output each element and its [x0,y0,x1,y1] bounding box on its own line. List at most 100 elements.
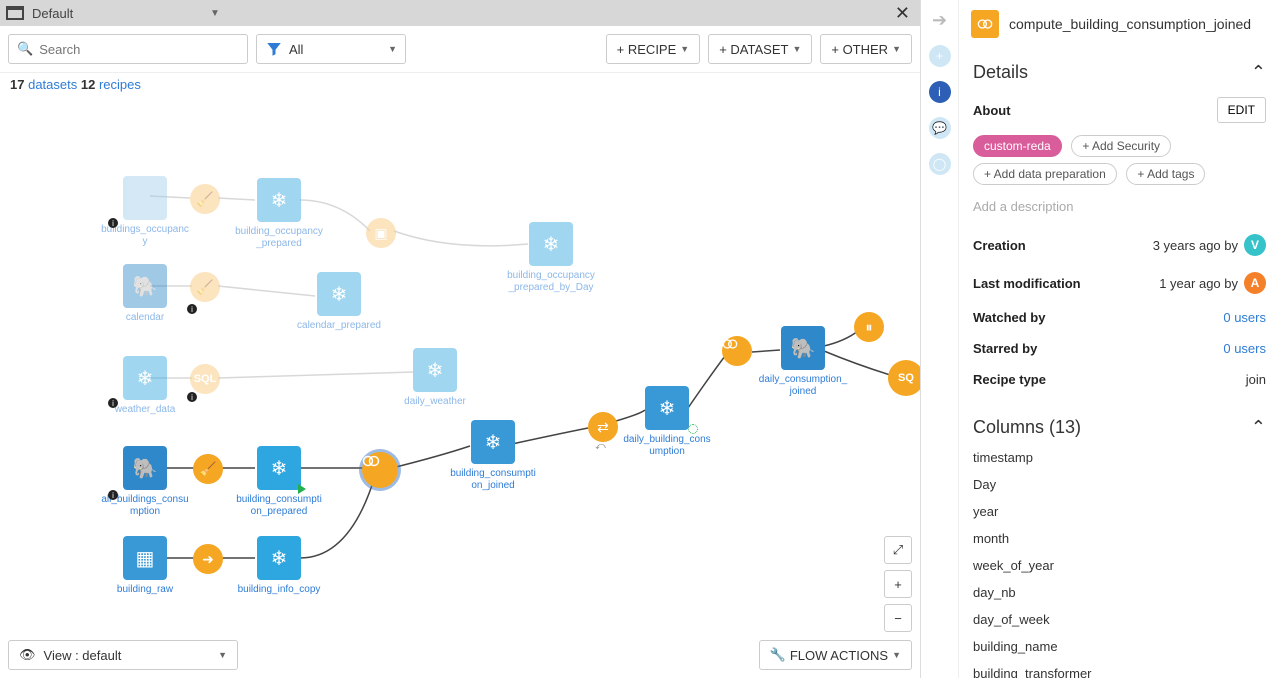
info-icon[interactable]: i [108,490,118,500]
starred-label: Starred by [973,341,1037,356]
column-item[interactable]: week_of_year [973,552,1266,579]
panel-header: compute_building_consumption_joined [959,0,1280,48]
funnel-icon [265,40,283,58]
lastmod-label: Last modification [973,276,1081,291]
chevron-down-icon: ▼ [388,44,397,54]
recipe-sync[interactable]: ➜ [193,544,223,574]
filter-dropdown[interactable]: All ▼ [256,34,406,64]
dataset-building-consumption-joined[interactable]: ❄building_consumption_joined [448,420,538,491]
fit-button[interactable]: ⤢ [884,536,912,564]
creator-avatar[interactable]: V [1244,234,1266,256]
counts-line: 17 datasets 12 recipes [0,73,920,96]
recipe-sql[interactable]: SQL [190,364,220,394]
recipe-group[interactable]: ▣ [366,218,396,248]
add-tags-button[interactable]: + Add tags [1126,163,1205,185]
details-panel: compute_building_consumption_joined Deta… [959,0,1280,678]
add-dataset-button[interactable]: + DATASET▼ [708,34,812,64]
dataset-daily-consumption-joined[interactable]: 🐘daily_consumption_joined [758,326,848,397]
zoom-out-button[interactable]: − [884,604,912,632]
toolbar: 🔍 All ▼ + RECIPE▼ + DATASET▼ + OTHER▼ [0,26,920,73]
column-item[interactable]: day_of_week [973,606,1266,633]
dataset-building-occupancy-prepared[interactable]: ❄building_occupancy_prepared [234,178,324,249]
columns-list: timestampDayyearmonthweek_of_yearday_nbd… [973,444,1266,678]
bottom-bar: 👁 View : default ▼ 🔧 FLOW ACTIONS ▼ [0,632,920,678]
flow-canvas[interactable]: buildings_occupancy i 🧹 ❄building_occupa… [0,96,920,678]
add-data-prep-button[interactable]: + Add data preparation [973,163,1117,185]
recipe-prepare[interactable]: 🧹 [190,184,220,214]
tab-title[interactable]: Default [32,6,202,21]
play-icon[interactable] [298,484,306,494]
watched-label: Watched by [973,310,1045,325]
column-item[interactable]: building_transformer [973,660,1266,678]
filter-value: All [289,42,303,57]
folder-icon [100,176,118,194]
search-input-wrapper[interactable]: 🔍 [8,34,248,64]
collapse-icon[interactable]: ➔ [932,10,947,31]
info-icon[interactable]: i [187,392,197,402]
info-icon[interactable]: i [108,218,118,228]
type-value: join [1246,372,1266,387]
rail-info-icon[interactable]: i [929,81,951,103]
wrench-icon: 🔧 [770,647,786,663]
info-icon[interactable]: i [187,304,197,314]
view-selector[interactable]: 👁 View : default ▼ [8,640,238,670]
rail-add-icon[interactable]: + [929,45,951,67]
recipe-prepare-2[interactable]: 🧹 [190,272,220,302]
watched-value[interactable]: 0 users [1223,310,1266,325]
recipe-join-2[interactable] [722,336,752,366]
dataset-building-raw[interactable]: ▦building_raw [100,536,190,596]
add-recipe-button[interactable]: + RECIPE▼ [606,34,701,64]
tag-custom[interactable]: custom-reda [973,135,1062,157]
join-icon [977,16,993,32]
zoom-in-button[interactable]: + [884,570,912,598]
side-rail: ➔ + i 💬 ◯ [921,0,959,678]
description-placeholder[interactable]: Add a description [973,193,1266,226]
view-label: View : default [44,648,122,663]
dataset-daily-building-consumption[interactable]: ❄daily_building_consumption [622,386,712,457]
recipe-pivot[interactable]: ⇄ [588,412,618,442]
edit-button[interactable]: EDIT [1217,97,1266,123]
dataset-all-buildings-consumption[interactable]: 🐘all_buildings_consumption [100,446,190,517]
add-other-button[interactable]: + OTHER▼ [820,34,912,64]
creation-value: 3 years ago by [1153,238,1238,253]
dataset-calendar[interactable]: 🐘calendar [100,264,190,324]
dataset-daily-weather[interactable]: ❄daily_weather [390,348,480,408]
starred-value[interactable]: 0 users [1223,341,1266,356]
modifier-avatar[interactable]: A [1244,272,1266,294]
dataset-building-occupancy-by-day[interactable]: ❄building_occupancy_prepared_by_Day [506,222,596,293]
dataset-building-consumption-prepared[interactable]: ❄building_consumption_prepared [234,446,324,517]
rail-comment-icon[interactable]: 💬 [929,117,951,139]
cursor-icon: ⤺ [595,441,606,452]
type-label: Recipe type [973,372,1046,387]
details-section-header[interactable]: Details ⌃ [973,56,1266,89]
join-icon [722,336,738,352]
flow-actions-button[interactable]: 🔧 FLOW ACTIONS ▼ [759,640,912,670]
rail-schema-icon[interactable]: ◯ [929,153,951,175]
column-item[interactable]: building_name [973,633,1266,660]
recipe-join-selected[interactable] [362,452,398,488]
recipe-sql-out[interactable]: SQ [888,360,920,396]
column-item[interactable]: month [973,525,1266,552]
dataset-calendar-prepared[interactable]: ❄calendar_prepared [294,272,384,332]
add-security-button[interactable]: + Add Security [1071,135,1171,157]
tab-bar: Default ▼ ✕ [0,0,920,26]
info-icon[interactable]: i [108,398,118,408]
status-dot-icon [688,424,698,434]
flow-tab-icon [6,6,24,20]
column-item[interactable]: year [973,498,1266,525]
search-icon: 🔍 [17,41,33,57]
zoom-controls: ⤢ + − [884,536,912,632]
search-input[interactable] [39,42,239,57]
column-item[interactable]: timestamp [973,444,1266,471]
recipe-pause[interactable]: ⏸ [854,312,884,342]
columns-section-header[interactable]: Columns (13) ⌃ [973,411,1266,444]
column-item[interactable]: Day [973,471,1266,498]
recipe-prepare-3[interactable]: 🧹 [193,454,223,484]
dataset-buildings-occupancy[interactable]: buildings_occupancy [100,176,190,247]
close-icon[interactable]: ✕ [891,3,914,24]
tab-dropdown-caret[interactable]: ▼ [210,8,220,19]
dataset-building-info-copy[interactable]: ❄building_info_copy [234,536,324,596]
column-item[interactable]: day_nb [973,579,1266,606]
right-side: ➔ + i 💬 ◯ compute_building_consumption_j… [920,0,1280,678]
eye-icon: 👁 [19,647,36,663]
